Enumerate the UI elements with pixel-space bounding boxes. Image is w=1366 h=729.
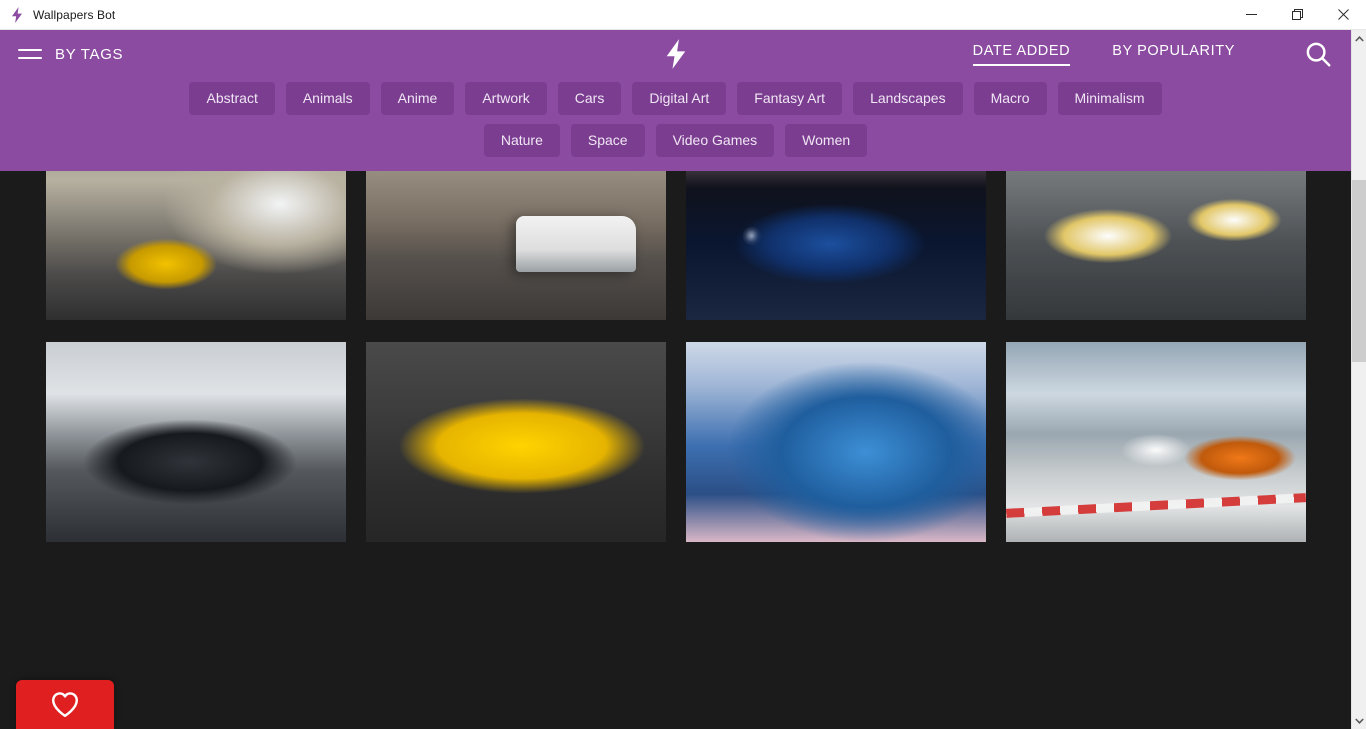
chevron-down-icon [1355, 717, 1364, 724]
tag-chip[interactable]: Landscapes [853, 82, 963, 115]
header-top-row: BY TAGS DATE ADDED BY POPULARITY [0, 30, 1351, 78]
hamburger-menu-icon [18, 47, 42, 61]
tag-chip[interactable]: Animals [285, 82, 370, 115]
vertical-scrollbar[interactable] [1351, 30, 1366, 729]
tag-chip[interactable]: Fantasy Art [737, 82, 843, 115]
maximize-restore-button[interactable] [1274, 0, 1320, 30]
tag-chip[interactable]: Space [570, 124, 645, 157]
wallpaper-card[interactable] [1005, 342, 1306, 542]
search-icon [1306, 42, 1331, 67]
tag-chip[interactable]: Digital Art [632, 82, 727, 115]
scrollbar-thumb[interactable] [1352, 180, 1366, 362]
scroll-up-button[interactable] [1352, 30, 1366, 47]
tag-chip[interactable]: Artwork [465, 82, 547, 115]
tag-chip[interactable]: Nature [483, 124, 560, 157]
grey-lamborghini-snow [45, 342, 346, 542]
tag-chip[interactable]: Abstract [189, 82, 275, 115]
minimize-button[interactable] [1228, 0, 1274, 30]
tag-chip[interactable]: Video Games [655, 124, 775, 157]
scroll-down-button[interactable] [1352, 712, 1366, 729]
tag-chip[interactable]: Macro [973, 82, 1047, 115]
app-lightning-bolt-icon [8, 6, 26, 24]
tab-date-added[interactable]: DATE ADDED [972, 43, 1071, 66]
heart-icon [51, 692, 79, 718]
window-title-bar: Wallpapers Bot [0, 0, 1366, 30]
tag-chip[interactable]: Anime [380, 82, 455, 115]
wallpaper-card[interactable] [365, 342, 666, 542]
wallpaper-card[interactable] [45, 342, 346, 542]
lightning-bolt-icon [666, 39, 685, 69]
favorites-button[interactable] [16, 680, 114, 729]
tag-chip[interactable]: Women [785, 124, 868, 157]
tag-chip[interactable]: Cars [557, 82, 622, 115]
app-header: BY TAGS DATE ADDED BY POPULARITY Abstrac… [0, 30, 1351, 171]
tab-by-popularity[interactable]: BY POPULARITY [1112, 43, 1235, 66]
porsche-lineup-track [1005, 342, 1306, 542]
wallpaper-card[interactable] [685, 342, 986, 542]
blue-bugatti-headlight [685, 342, 986, 542]
header-nav: DATE ADDED BY POPULARITY [972, 39, 1333, 69]
close-button[interactable] [1320, 0, 1366, 30]
yellow-lamborghini-side [365, 342, 666, 542]
by-tags-button[interactable]: BY TAGS [18, 46, 123, 63]
chevron-up-icon [1355, 35, 1364, 42]
window-title: Wallpapers Bot [33, 7, 116, 22]
by-tags-label: BY TAGS [55, 45, 124, 63]
tag-chip[interactable]: Minimalism [1057, 82, 1162, 115]
tag-filter-list: Abstract Animals Anime Artwork Cars Digital A… [0, 78, 1351, 157]
search-button[interactable] [1303, 39, 1333, 69]
